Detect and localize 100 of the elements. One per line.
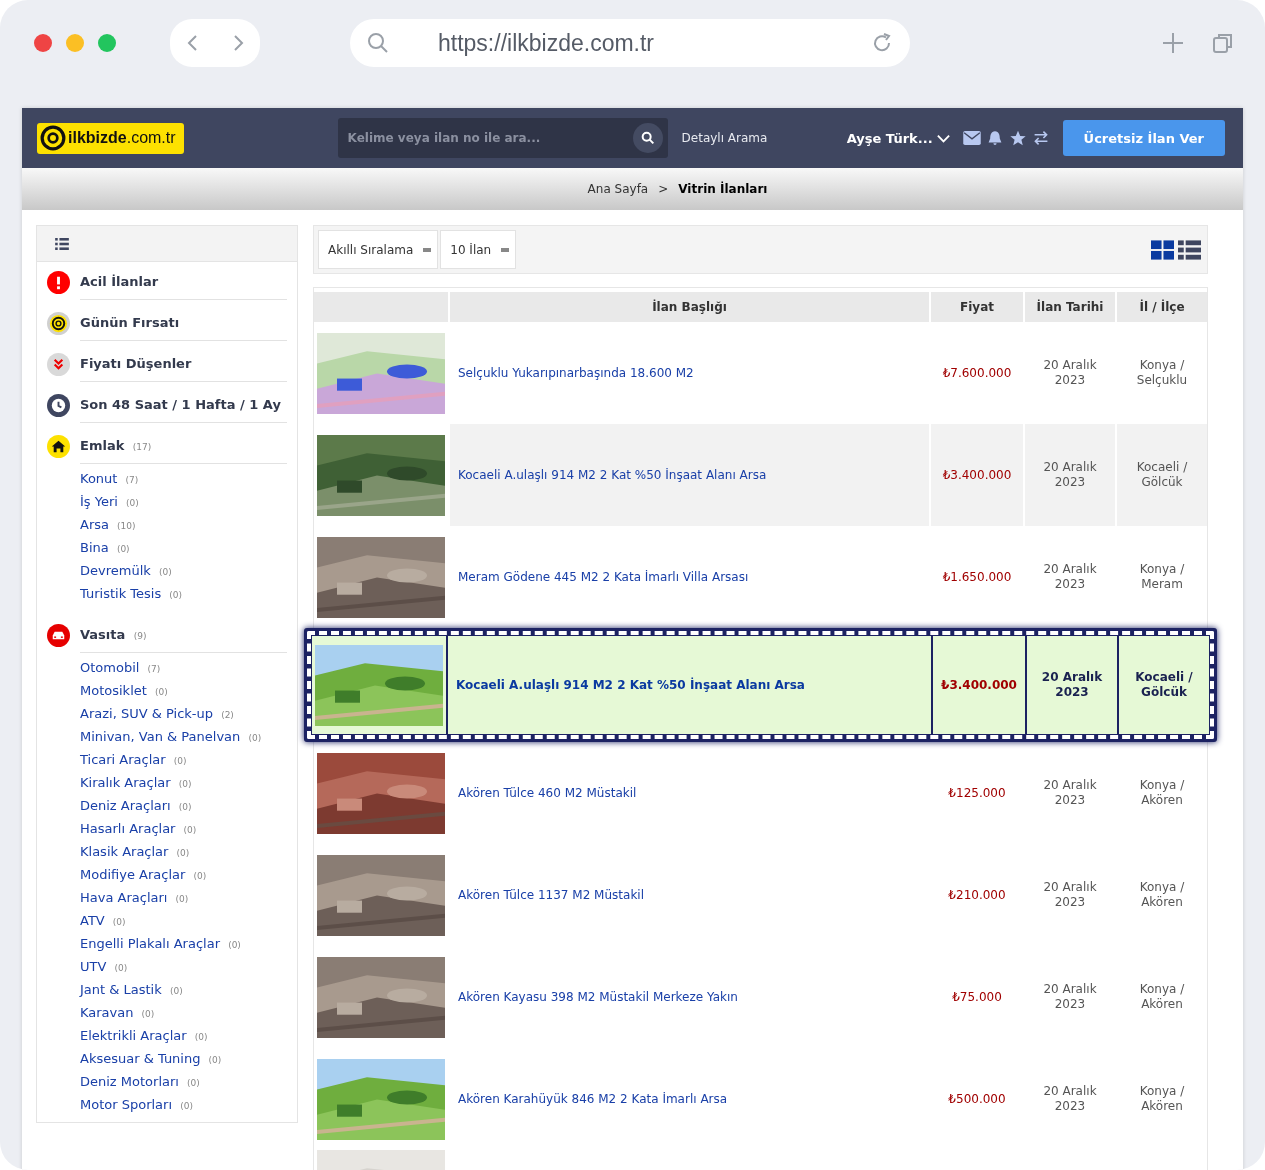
listing-title-link[interactable]: Selçuklu Yukarıpınarbaşında 18.600 M2: [458, 366, 694, 380]
subcategory-link[interactable]: Arazi, SUV & Pick-up (2): [80, 702, 234, 725]
listing-title-link[interactable]: Akören Karahüyük 846 M2 2 Kata İmarlı Arsa: [458, 1092, 728, 1106]
listing-title-link[interactable]: Akören Tülce 1137 M2 Müstakil: [458, 888, 644, 902]
subcategory-link[interactable]: Elektrikli Araçlar (0): [80, 1024, 208, 1047]
swap-arrows-icon[interactable]: [1032, 130, 1049, 146]
subcategory-link[interactable]: Minivan, Van & Panelvan (0): [80, 725, 262, 748]
subcategory-link[interactable]: ATV (0): [80, 909, 126, 932]
star-icon[interactable]: [1008, 129, 1027, 147]
price-text: ₺75.000: [952, 990, 1002, 1004]
subcategory-link[interactable]: Motor Sporları (0): [80, 1093, 193, 1116]
location-text: Kocaeli / Gölcük: [1135, 460, 1189, 490]
location-text: Konya / Akören: [1138, 982, 1186, 1012]
listing-title-link[interactable]: Kocaeli A.ulaşlı 914 M2 2 Kat %50 İnşaat Alanı Arsa: [456, 678, 805, 692]
double-chevron-down-icon: [47, 353, 70, 376]
alert-icon: [47, 271, 70, 294]
category-heading[interactable]: Vasıta (9): [80, 618, 287, 653]
list-view-icon[interactable]: [1178, 239, 1201, 260]
list-icon[interactable]: [55, 237, 69, 250]
date-text: 20 Aralık 2023: [1042, 358, 1098, 388]
subcategory-link[interactable]: Otomobil (7): [80, 656, 161, 679]
date-text: 20 Aralık 2023: [1042, 880, 1098, 910]
subcategory-link[interactable]: Aksesuar & Tuning (0): [80, 1047, 222, 1070]
price-text: ₺3.400.000: [942, 468, 1012, 482]
car-icon: [47, 624, 70, 647]
price-text: ₺210.000: [948, 888, 1006, 902]
date-text: 20 Aralık 2023: [1042, 1084, 1098, 1114]
subcategory-link[interactable]: Hava Araçları (0): [80, 886, 189, 909]
subcategory-link[interactable]: Hasarlı Araçlar (0): [80, 817, 197, 840]
subcategory-link[interactable]: Jant & Lastik (0): [80, 978, 183, 1001]
detailed-search-link[interactable]: Detaylı Arama: [681, 131, 768, 145]
column-header: İlan Tarihi: [1025, 292, 1115, 322]
sidebar-link[interactable]: Günün Fırsatı: [80, 306, 287, 341]
subcategory-link[interactable]: Ticari Araçlar (0): [80, 748, 187, 771]
location-text: Kocaeli / Gölcük: [1134, 670, 1194, 700]
maximize-window-dot[interactable]: [98, 34, 116, 52]
listing-title-link[interactable]: Akören Tülce 460 M2 Müstakil: [458, 786, 637, 800]
search-field[interactable]: Kelime veya ilan no ile ara...: [337, 118, 668, 158]
category-heading[interactable]: Emlak (17): [80, 429, 287, 464]
logo-icon: [40, 125, 66, 151]
listing-title-link[interactable]: Kocaeli A.ulaşlı 914 M2 2 Kat %50 İnşaat Alanı Arsa: [458, 468, 767, 482]
location-text: Konya / Akören: [1138, 880, 1186, 910]
date-text: 20 Aralık 2023: [1042, 778, 1098, 808]
sort-dropdown[interactable]: Akıllı Sıralama: [318, 230, 439, 269]
subcategory-link[interactable]: Klasik Araçlar (0): [80, 840, 190, 863]
clock-icon: [47, 394, 70, 417]
date-text: 20 Aralık 2023: [1042, 982, 1098, 1012]
search-icon: [366, 31, 390, 55]
listing-title-link[interactable]: Meram Gödene 445 M2 2 Kata İmarlı Villa Arsası: [458, 570, 749, 584]
sidebar-link[interactable]: Fiyatı Düşenler: [80, 347, 287, 382]
featured-listing-row[interactable]: Kocaeli A.ulaşlı 914 M2 2 Kat %50 İnşaat Alanı Arsa ₺3.400.000 20 Aralık 2023 Kocaeli / Gölcük: [304, 628, 1217, 742]
price-text: ₺125.000: [948, 786, 1006, 800]
column-header: İlan Başlığı: [450, 292, 929, 322]
listing-title-link[interactable]: Akören Kayasu 398 M2 Müstakil Merkeze Yakın: [458, 990, 738, 1004]
subcategory-link[interactable]: Turistik Tesis (0): [80, 582, 183, 605]
address-bar[interactable]: https://ilkbizde.com.tr: [350, 19, 910, 67]
house-icon: [47, 435, 70, 458]
breadcrumb-item: Vitrin İlanları: [678, 182, 768, 196]
date-text: 20 Aralık 2023: [1042, 460, 1098, 490]
subcategory-link[interactable]: İş Yeri (0): [80, 490, 139, 513]
location-text: Konya / Akören: [1138, 778, 1186, 808]
subcategory-link[interactable]: Karavan (0): [80, 1001, 155, 1024]
plus-icon[interactable]: [1161, 31, 1185, 55]
sidebar-link[interactable]: Son 48 Saat / 1 Hafta / 1 Ay: [80, 388, 287, 423]
location-text: Konya / Meram: [1138, 562, 1186, 592]
subcategory-link[interactable]: Deniz Motorları (0): [80, 1070, 200, 1093]
column-header: İl / İlçe: [1117, 292, 1207, 322]
subcategory-link[interactable]: Modifiye Araçlar (0): [80, 863, 207, 886]
price-text: ₺7.600.000: [942, 366, 1012, 380]
search-icon: [639, 130, 656, 146]
location-text: Konya / Selçuklu: [1135, 358, 1189, 388]
column-header: Fiyat: [931, 292, 1023, 322]
breadcrumb-item[interactable]: >: [658, 182, 669, 196]
subcategory-link[interactable]: Kiralık Araçlar (0): [80, 771, 192, 794]
sidebar-link[interactable]: Acil İlanlar: [80, 265, 287, 300]
subcategory-link[interactable]: Arsa (10): [80, 513, 136, 536]
grid-view-icon[interactable]: [1151, 239, 1174, 260]
user-menu[interactable]: Ayşe Türk...: [846, 130, 951, 146]
price-text: ₺1.650.000: [942, 570, 1012, 584]
subcategory-link[interactable]: Motosiklet (0): [80, 679, 168, 702]
close-window-dot[interactable]: [34, 34, 52, 52]
subcategory-link[interactable]: Deniz Araçları (0): [80, 794, 192, 817]
price-text: ₺500.000: [948, 1092, 1006, 1106]
page-size-dropdown[interactable]: 10 İlan: [440, 230, 517, 269]
breadcrumb-item[interactable]: Ana Sayfa: [587, 182, 649, 196]
date-text: 20 Aralık 2023: [1040, 670, 1104, 700]
subcategory-link[interactable]: Engelli Plakalı Araçlar (0): [80, 932, 241, 955]
target-icon: [47, 312, 70, 335]
minimize-window-dot[interactable]: [66, 34, 84, 52]
site-logo[interactable]: ilkbizde.com.tr: [37, 122, 184, 154]
subcategory-link[interactable]: UTV (0): [80, 955, 128, 978]
url-text: https://ilkbizde.com.tr: [438, 29, 656, 57]
subcategory-link[interactable]: Devremülk (0): [80, 559, 172, 582]
subcategory-link[interactable]: Bina (0): [80, 536, 130, 559]
location-text: Konya / Akören: [1138, 1084, 1186, 1114]
subcategory-link[interactable]: Konut (7): [80, 467, 139, 490]
tabs-icon[interactable]: [1211, 31, 1235, 55]
price-text: ₺3.400.000: [941, 678, 1017, 692]
envelope-icon[interactable]: [962, 131, 981, 145]
bell-icon[interactable]: [986, 129, 1003, 147]
